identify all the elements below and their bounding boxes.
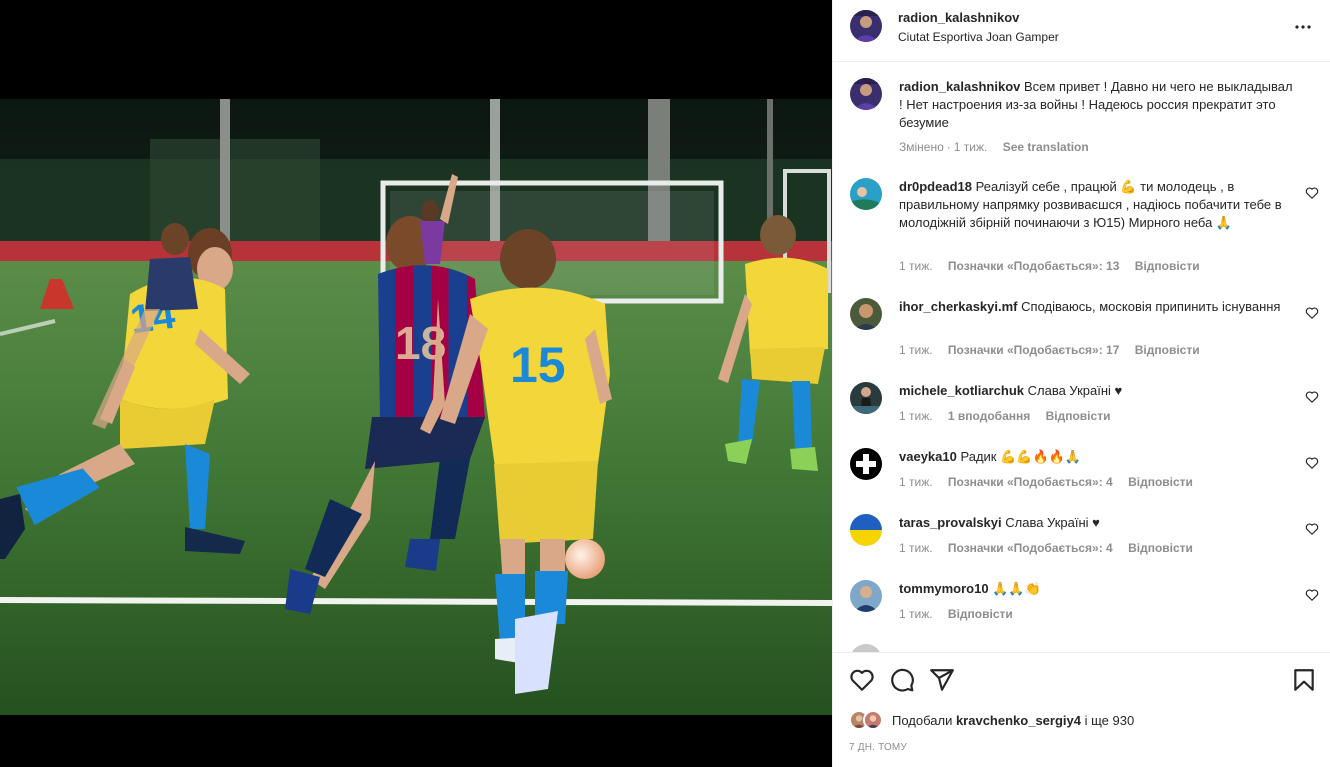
comment-username[interactable]: michele_kotliarchuk xyxy=(899,383,1024,398)
comment-meta: 1 тиж. Позначки «Подобається»: 17 Відпов… xyxy=(899,343,1212,357)
comment-meta: 1 тиж. 1 вподобання Відповісти xyxy=(899,409,1122,423)
comment-time[interactable]: 1 тиж. xyxy=(899,259,933,273)
comment-likes[interactable]: 1 вподобання xyxy=(948,409,1030,423)
comment-meta: 1 тиж. Позначки «Подобається»: 4 Відпові… xyxy=(899,475,1205,489)
comment-time[interactable]: 1 тиж. xyxy=(899,343,933,357)
comment-text: Сподіваюсь, московія припинить існування xyxy=(1021,299,1281,314)
liked-by-user[interactable]: kravchenko_sergiy4 xyxy=(956,713,1081,728)
comment-username[interactable]: vaeyka10 xyxy=(899,449,957,464)
author-username[interactable]: radion_kalashnikov xyxy=(898,10,1019,25)
comment-text-block: vaeyka10 Радик 💪💪🔥🔥🙏 xyxy=(899,448,1297,466)
caption-text-block: radion_kalashnikov Всем привет ! Давно н… xyxy=(899,78,1297,132)
commenter-avatar[interactable] xyxy=(850,382,882,414)
comment-username[interactable]: ihor_cherkaskyi.mf xyxy=(899,299,1018,314)
comment-time[interactable]: 1 тиж. xyxy=(899,541,933,555)
comment-text-block: michele_kotliarchuk Слава Україні ♥ xyxy=(899,382,1297,400)
reply-button[interactable]: Відповісти xyxy=(1135,259,1200,273)
comment-likes[interactable]: Позначки «Подобається»: 4 xyxy=(948,541,1113,555)
comment-likes[interactable]: Позначки «Подобається»: 13 xyxy=(948,259,1119,273)
reply-button[interactable]: Відповісти xyxy=(1135,343,1200,357)
post-panel: radion_kalashnikov Ciutat Esportiva Joan… xyxy=(832,0,1330,767)
svg-text:15: 15 xyxy=(510,337,566,393)
comment-heart-icon[interactable] xyxy=(1305,186,1319,200)
comments-list[interactable]: radion_kalashnikov Всем привет ! Давно н… xyxy=(833,62,1330,652)
commenter-avatar[interactable] xyxy=(850,448,882,480)
comment-text: Слава Україні ♥ xyxy=(1005,515,1100,530)
comment-time[interactable]: 1 тиж. xyxy=(899,475,933,489)
post-media[interactable]: 14 18 15 xyxy=(0,0,832,767)
liked-by-suffix[interactable]: і ще 930 xyxy=(1085,713,1135,728)
comment-icon[interactable] xyxy=(889,667,915,693)
comment-time[interactable]: 1 тиж. xyxy=(899,607,933,621)
comment-text: Радик 💪💪🔥🔥🙏 xyxy=(960,449,1082,464)
see-translation-link[interactable]: See translation xyxy=(1003,140,1089,154)
comment-likes[interactable]: Позначки «Подобається»: 17 xyxy=(948,343,1119,357)
send-icon[interactable] xyxy=(929,667,955,693)
comment-text-block: dr0pdead18 Реалізуй себе , працюй 💪 ти м… xyxy=(899,178,1297,232)
comment-heart-icon[interactable] xyxy=(1305,456,1319,470)
commenter-avatar[interactable] xyxy=(850,298,882,330)
comment-likes[interactable]: Позначки «Подобається»: 4 xyxy=(948,475,1113,489)
liked-by-prefix: Подобали xyxy=(892,713,953,728)
caption-time[interactable]: 1 тиж. xyxy=(954,140,988,154)
commenter-avatar[interactable] xyxy=(850,178,882,210)
comment-heart-icon[interactable] xyxy=(1305,588,1319,602)
comment-text-block: tommymoro10 🙏🙏👏 xyxy=(899,580,1297,598)
reply-button[interactable]: Відповісти xyxy=(1128,475,1193,489)
commenter-avatar[interactable] xyxy=(850,644,882,652)
action-bar: Подобали kravchenko_sergiy4 і ще 930 7 Д… xyxy=(833,652,1330,767)
comment-text-block: ihor_cherkaskyi.mf Сподіваюсь, московія … xyxy=(899,298,1297,316)
comment-username[interactable]: dr0pdead18 xyxy=(899,179,972,194)
post-photo[interactable]: 14 18 15 xyxy=(0,99,832,715)
comment-time[interactable]: 1 тиж. xyxy=(899,409,933,423)
comment-heart-icon[interactable] xyxy=(1305,390,1319,404)
comment-text: Слава Україні ♥ xyxy=(1027,383,1123,398)
comment-meta: 1 тиж. Відповісти xyxy=(899,607,1025,621)
comment-username[interactable]: tommymoro10 xyxy=(899,581,989,596)
comment-meta: 1 тиж. Позначки «Подобається»: 13 Відпов… xyxy=(899,259,1212,273)
comment-text-block: taras_provalskyi Слава Україні ♥ xyxy=(899,514,1297,532)
soccer-ball xyxy=(565,539,605,579)
more-horizontal-icon xyxy=(1295,25,1311,29)
reply-button[interactable]: Відповісти xyxy=(1128,541,1193,555)
comment-username[interactable]: taras_provalskyi xyxy=(899,515,1002,530)
bookmark-icon[interactable] xyxy=(1291,667,1317,693)
author-avatar[interactable] xyxy=(850,10,882,42)
likers-avatars[interactable] xyxy=(849,710,891,732)
liked-by-text: Подобали kravchenko_sergiy4 і ще 930 xyxy=(892,713,1134,728)
comment-heart-icon[interactable] xyxy=(1305,306,1319,320)
more-options-button[interactable] xyxy=(1291,15,1315,39)
comment-heart-icon[interactable] xyxy=(1305,522,1319,536)
reply-button[interactable]: Відповісти xyxy=(948,607,1013,621)
comment-text: 🙏🙏👏 xyxy=(992,581,1041,596)
caption-username[interactable]: radion_kalashnikov xyxy=(899,79,1020,94)
comment-meta: 1 тиж. Позначки «Подобається»: 4 Відпові… xyxy=(899,541,1205,555)
caption-meta: Змінено · 1 тиж. See translation xyxy=(899,140,1089,154)
post-location[interactable]: Ciutat Esportiva Joan Gamper xyxy=(898,30,1059,44)
commenter-avatar[interactable] xyxy=(850,514,882,546)
reply-button[interactable]: Відповісти xyxy=(1046,409,1111,423)
post-timestamp[interactable]: 7 ДН. ТОМУ xyxy=(849,742,907,753)
commenter-avatar[interactable] xyxy=(850,580,882,612)
post-header: radion_kalashnikov Ciutat Esportiva Joan… xyxy=(833,0,1330,62)
liker-avatar xyxy=(863,710,883,730)
heart-icon[interactable] xyxy=(849,667,875,693)
caption-avatar[interactable] xyxy=(850,78,882,110)
edited-label: Змінено xyxy=(899,140,944,154)
